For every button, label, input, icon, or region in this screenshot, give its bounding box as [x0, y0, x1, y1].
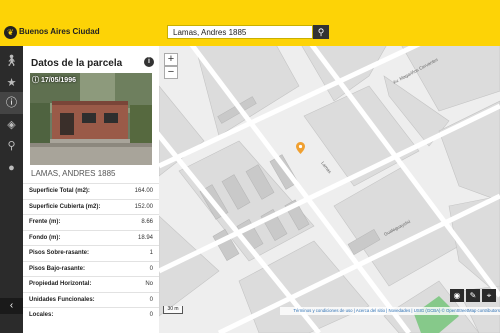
layers-icon[interactable]: ◈ [0, 114, 23, 136]
attr-label: Locales: [23, 307, 123, 323]
eye-icon[interactable]: ◉ [450, 289, 464, 302]
attr-value: 1 [122, 245, 159, 261]
attr-label: Pisos Sobre-rasante: [23, 245, 123, 261]
attr-value: No [122, 276, 159, 292]
table-row: Frente (m): 8.66 [23, 214, 159, 230]
sidebar: 🚶︎ ★ ⓘ ◈ ⚲ ● [0, 46, 23, 333]
building-photo [30, 73, 152, 165]
table-row: Superficie Cubierta (m2): 152.00 [23, 198, 159, 215]
parcel-attributes-table: Superficie Total (m2): 164.00 Superficie … [23, 183, 159, 323]
zoom-in-button[interactable]: + [164, 53, 178, 66]
attr-value: 164.00 [122, 183, 159, 199]
attr-value: 8.66 [122, 214, 159, 230]
zoom-out-button[interactable]: − [164, 66, 178, 79]
attr-label: Fondo (m): [23, 229, 123, 246]
photo-date: ⓘ 17/05/1996 [32, 77, 76, 84]
attr-value: 152.00 [122, 198, 159, 215]
pencil-icon[interactable]: ✎ [466, 289, 480, 302]
star-icon[interactable]: ★ [0, 72, 23, 94]
app-name[interactable]: Buenos Aires Ciudad [19, 27, 100, 36]
attr-label: Frente (m): [23, 214, 123, 230]
walking-person-icon[interactable]: 🚶︎ [0, 50, 23, 72]
attr-label: Pisos Bajo-rasante: [23, 260, 123, 277]
search-input[interactable]: Lamas, Andres 1885 [167, 25, 313, 39]
collapse-panel-button[interactable]: ‹ [0, 298, 23, 314]
attr-label: Superficie Cubierta (m2): [23, 198, 123, 215]
map-canvas[interactable]: Av. Magariños Cervantes Lamas Gualeguayc… [159, 46, 500, 333]
location-marker-icon[interactable] [296, 142, 305, 154]
table-row: Fondo (m): 18.94 [23, 229, 159, 246]
table-row: Pisos Sobre-rasante: 1 [23, 245, 159, 261]
attr-value: 0 [122, 307, 159, 323]
city-logo-icon[interactable]: ❦ [4, 26, 17, 39]
top-bar: ❦ Buenos Aires Ciudad Lamas, Andres 1885… [0, 0, 500, 46]
attr-value: 18.94 [122, 229, 159, 246]
parcel-photo[interactable]: ⓘ 17/05/1996 [30, 73, 152, 165]
panel-title: Datos de la parcela [31, 58, 123, 69]
map-attribution[interactable]: Términos y condiciones de uso | Acerca d… [280, 307, 500, 315]
table-row: Pisos Bajo-rasante: 0 [23, 260, 159, 277]
table-row: Unidades Funcionales: 0 [23, 291, 159, 308]
help-info-icon[interactable]: i [144, 57, 154, 67]
table-row: Propiedad Horizontal: No [23, 276, 159, 292]
map-tools: ◉ ✎ ⌖ [450, 289, 496, 302]
attr-label: Unidades Funcionales: [23, 291, 123, 308]
locate-icon[interactable]: ⌖ [482, 289, 496, 302]
attr-label: Propiedad Horizontal: [23, 276, 123, 292]
search-icon[interactable]: ⚲ [0, 135, 23, 157]
speech-bubble-icon[interactable]: ● [0, 157, 23, 179]
parcel-panel: Datos de la parcela i ⓘ 17/05/1996 LAMAS… [23, 46, 160, 333]
info-icon[interactable]: ⓘ [0, 92, 23, 114]
search-icon: ⚲ [317, 27, 325, 37]
table-row: Superficie Total (m2): 164.00 [23, 183, 159, 199]
search-button[interactable]: ⚲ [313, 25, 329, 39]
parcel-address: LAMAS, ANDRES 1885 [31, 169, 116, 178]
map-scale: 30 m [163, 306, 183, 314]
attr-value: 0 [122, 260, 159, 277]
map-tiles: Av. Magariños Cervantes Lamas Gualeguayc… [159, 46, 500, 333]
attr-label: Superficie Total (m2): [23, 183, 123, 199]
table-row: Locales: 0 [23, 307, 159, 323]
attr-value: 0 [122, 291, 159, 308]
